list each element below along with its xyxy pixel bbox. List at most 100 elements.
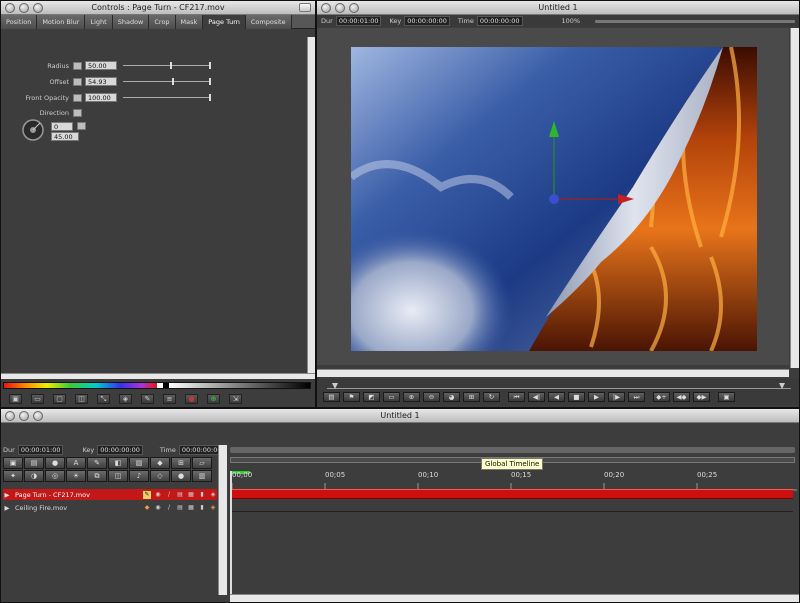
- viewer-scrollbar[interactable]: [790, 28, 799, 368]
- timeline-titlebar[interactable]: Untitled 1: [1, 409, 799, 423]
- direction-dial[interactable]: [21, 118, 45, 142]
- close-button[interactable]: [5, 411, 15, 421]
- layers-scrollbar[interactable]: [218, 445, 227, 595]
- video-icon[interactable]: ▭: [31, 394, 44, 404]
- cube-icon[interactable]: ◫: [108, 470, 128, 482]
- minimize-button[interactable]: [335, 3, 345, 13]
- expand-triangle-icon[interactable]: ▶: [3, 504, 11, 512]
- zoom-slider[interactable]: [595, 19, 796, 23]
- direction-value-a[interactable]: 0: [51, 122, 73, 131]
- split-icon[interactable]: ◫: [75, 394, 88, 404]
- offset-keyframe-toggle[interactable]: [73, 77, 82, 86]
- radius-field[interactable]: 50.00: [85, 61, 117, 70]
- radius-slider[interactable]: [123, 61, 211, 70]
- front-opacity-slider[interactable]: [123, 93, 211, 102]
- expand-triangle-icon[interactable]: ▶: [3, 491, 11, 499]
- keyframe-icon[interactable]: ◇: [150, 470, 170, 482]
- tab-position[interactable]: Position: [1, 15, 38, 29]
- gradient-icon[interactable]: ◩: [363, 392, 380, 402]
- transform-icon[interactable]: ⤡: [97, 394, 110, 404]
- target-icon[interactable]: ⊕: [207, 394, 220, 404]
- group-icon[interactable]: ⧉: [87, 470, 107, 482]
- offset-slider[interactable]: [123, 77, 211, 86]
- export-icon[interactable]: ⇲: [229, 394, 242, 404]
- play-reverse-icon[interactable]: ◀: [548, 392, 565, 402]
- viewer-titlebar[interactable]: Untitled 1: [317, 1, 799, 15]
- key-field[interactable]: 00:00:00:00: [97, 445, 143, 455]
- loop-icon[interactable]: ↻: [483, 392, 500, 402]
- safe-area-icon[interactable]: ⊞: [463, 392, 480, 402]
- front-opacity-field[interactable]: 100.00: [85, 93, 117, 102]
- key-field[interactable]: 00:00:00:00: [404, 16, 450, 26]
- prev-key-icon[interactable]: ◀◆: [673, 392, 690, 402]
- lock-icon[interactable]: ▮: [198, 504, 206, 512]
- motion-blur-icon[interactable]: ▤: [176, 491, 184, 499]
- frame-icon[interactable]: ▢: [53, 394, 66, 404]
- controls-titlebar[interactable]: Controls : Page Turn - CF217.mov: [1, 1, 315, 15]
- light-icon[interactable]: ☀: [66, 470, 86, 482]
- folder-icon[interactable]: ▱: [192, 457, 212, 469]
- mask-icon[interactable]: ◑: [24, 470, 44, 482]
- solo-icon[interactable]: ◈: [209, 491, 217, 499]
- render-icon[interactable]: ▦: [187, 491, 195, 499]
- keyframe-diamond-icon[interactable]: ◆: [143, 504, 151, 512]
- layer-row-ceiling-fire[interactable]: ▶ Ceiling Fire.mov ◆ ◉ / ▤ ▦ ▮ ◈: [3, 502, 217, 513]
- toolbar-toggle-button[interactable]: [299, 3, 311, 12]
- sphere-icon[interactable]: ●: [45, 457, 65, 469]
- text-icon[interactable]: ≡: [163, 394, 176, 404]
- step-back-icon[interactable]: ◀|: [528, 392, 545, 402]
- channels-icon[interactable]: ◕: [443, 392, 460, 402]
- close-button[interactable]: [321, 3, 331, 13]
- gradient-icon[interactable]: ◧: [108, 457, 128, 469]
- go-end-icon[interactable]: ⏭: [628, 392, 645, 402]
- canvas-area[interactable]: [317, 28, 789, 365]
- minimize-button[interactable]: [19, 3, 29, 13]
- visibility-eye-icon[interactable]: ◉: [154, 504, 162, 512]
- controls-scrollbar[interactable]: [307, 37, 315, 373]
- direction-value-b[interactable]: 45.00: [51, 132, 79, 141]
- tab-composite[interactable]: Composite: [245, 15, 292, 29]
- stop-icon[interactable]: ■: [568, 392, 585, 402]
- radius-slider-knob[interactable]: [170, 62, 172, 69]
- direction-a-keyframe-toggle[interactable]: [77, 122, 86, 130]
- particle-icon[interactable]: ✦: [3, 470, 23, 482]
- step-forward-icon[interactable]: |▶: [608, 392, 625, 402]
- offset-field[interactable]: 54.93: [85, 77, 117, 86]
- tab-mask[interactable]: Mask: [175, 15, 204, 29]
- offset-slider-knob[interactable]: [172, 78, 174, 85]
- lock-icon[interactable]: ▮: [198, 491, 206, 499]
- monitor-icon[interactable]: ▣: [3, 457, 23, 469]
- layer-bar-page-turn[interactable]: [230, 489, 793, 499]
- edit-tool-icon[interactable]: /: [165, 504, 173, 512]
- brush-icon[interactable]: ✎: [87, 457, 107, 469]
- image-icon[interactable]: ▨: [129, 457, 149, 469]
- text-icon[interactable]: A: [66, 457, 86, 469]
- rect-icon[interactable]: ▭: [383, 392, 400, 402]
- audio-icon[interactable]: ♪: [129, 470, 149, 482]
- radius-keyframe-toggle[interactable]: [73, 61, 82, 70]
- layer-icon[interactable]: ▣: [9, 394, 22, 404]
- frame-icon[interactable]: ▤: [24, 457, 44, 469]
- go-start-icon[interactable]: ⏮: [508, 392, 525, 402]
- viewer-hscroll[interactable]: [317, 369, 789, 377]
- add-key-icon[interactable]: ◆+: [653, 392, 670, 402]
- timeline-hscroll[interactable]: [230, 594, 799, 602]
- zoom-button[interactable]: [33, 3, 43, 13]
- tab-page-turn[interactable]: Page Turn: [203, 15, 246, 29]
- render-icon[interactable]: ▤: [323, 392, 340, 402]
- zoom-out-icon[interactable]: ⊖: [423, 392, 440, 402]
- record-icon[interactable]: ●: [171, 470, 191, 482]
- layer-row-page-turn[interactable]: ▶ Page Turn - CF217.mov ✎ ◉ / ▤ ▦ ▮ ◈: [3, 489, 217, 500]
- shapes-icon[interactable]: ◆: [150, 457, 170, 469]
- playhead-line[interactable]: [230, 471, 232, 602]
- edit-tool-icon[interactable]: /: [165, 491, 173, 499]
- dur-field[interactable]: 00:00:01:00: [17, 445, 64, 455]
- edit-icon[interactable]: ✎: [141, 394, 154, 404]
- motion-blur-icon[interactable]: ▤: [176, 504, 184, 512]
- play-icon[interactable]: ▶: [588, 392, 605, 402]
- front-opacity-slider-knob[interactable]: [209, 94, 211, 101]
- dur-field[interactable]: 00:00:01:00: [335, 16, 382, 26]
- minimize-button[interactable]: [19, 411, 29, 421]
- preview-icon[interactable]: ▣: [718, 392, 735, 402]
- time-field[interactable]: 00:00:00:00: [476, 16, 523, 26]
